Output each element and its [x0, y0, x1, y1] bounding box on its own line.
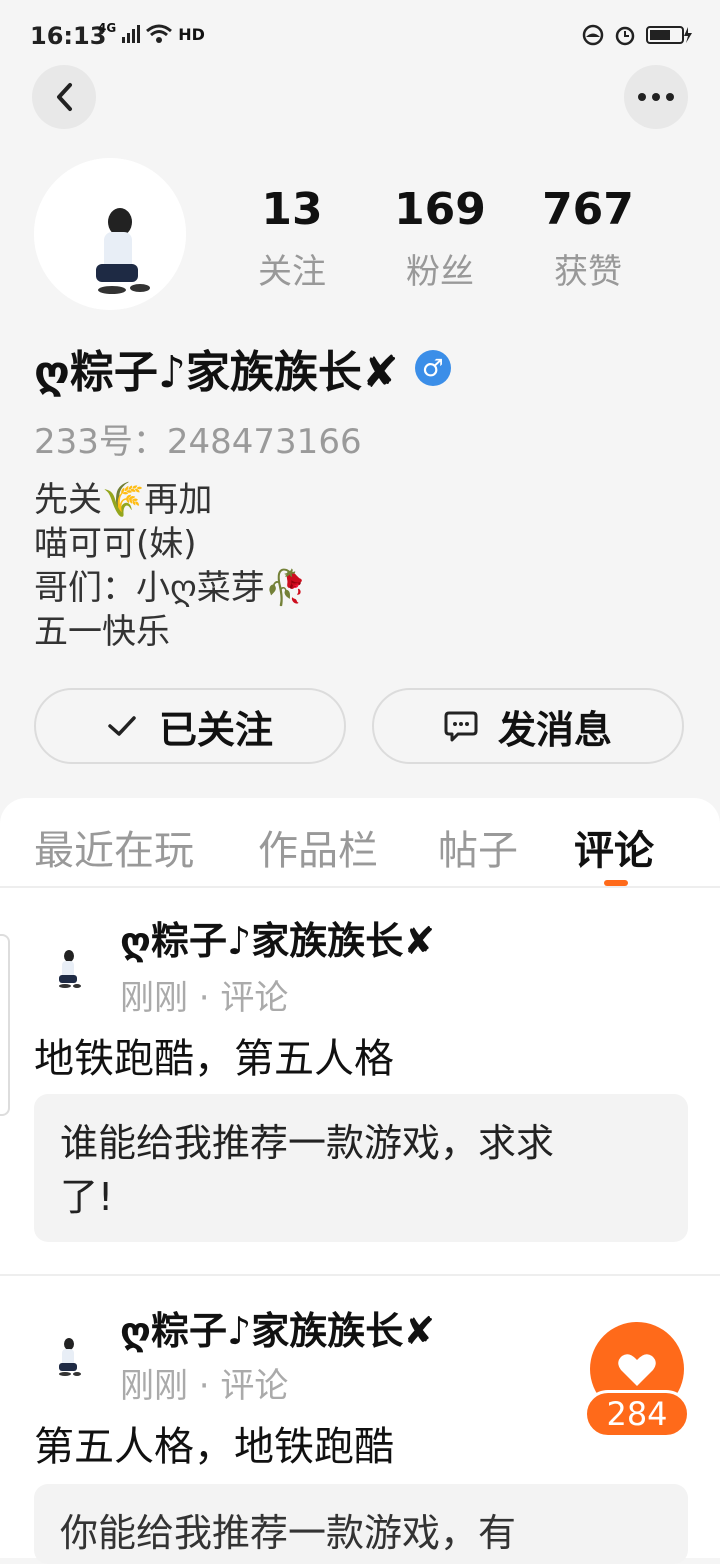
bio-line: 喵可可(妹) [34, 524, 197, 564]
do-not-disturb-icon [582, 24, 604, 46]
status-network-icons: 4G HD [98, 21, 205, 44]
stat-likes[interactable]: 767 获赞 [528, 184, 648, 293]
quoted-post-line: 谁能给我推荐一款游戏，求求 [60, 1121, 555, 1165]
post-author-name[interactable]: ღ粽子♪家族族长✘ [120, 1300, 435, 1355]
stat-followers[interactable]: 169 粉丝 [380, 184, 500, 293]
gender-male-icon: ♂ [414, 350, 451, 386]
stat-following-label: 关注 [258, 252, 326, 292]
stat-followers-count: 169 [394, 184, 486, 235]
post-author-avatar[interactable] [34, 934, 96, 996]
avatar-image [34, 934, 96, 996]
tabs-divider [0, 886, 720, 888]
post-author-avatar[interactable] [34, 1322, 96, 1384]
profile-uid: 233号：248473166 [34, 422, 362, 462]
quoted-post[interactable]: 谁能给我推荐一款游戏，求求 了! [34, 1094, 688, 1242]
hd-icon: HD [178, 24, 205, 44]
message-label: 发消息 [497, 707, 612, 752]
profile-username-row: ღ粽子♪家族族长✘ ♂ [34, 336, 451, 400]
message-button[interactable]: 发消息 [372, 688, 684, 764]
stat-following[interactable]: 13 关注 [232, 184, 352, 293]
profile-username: ღ粽子♪家族族长✘ [34, 347, 399, 398]
signal-bars-icon [122, 25, 141, 43]
tab-recent-played[interactable]: 最近在玩 [34, 818, 194, 876]
alarm-icon [615, 26, 635, 46]
bio-line: 五一快乐 [34, 612, 170, 652]
side-drag-handle[interactable] [0, 934, 10, 1116]
quoted-post-line: 你能给我推荐一款游戏，有 [60, 1511, 517, 1555]
post-meta: 刚刚 · 评论 [120, 978, 289, 1018]
more-button[interactable] [624, 65, 688, 129]
avatar-image [34, 158, 186, 310]
stat-followers-label: 粉丝 [406, 252, 474, 292]
heart-icon [618, 1354, 656, 1386]
post-meta: 刚刚 · 评论 [120, 1366, 289, 1406]
signal-icon: 4G [98, 21, 117, 35]
check-icon [108, 716, 136, 736]
followed-button[interactable]: 已关注 [34, 688, 346, 764]
profile-bio: 先关🌾再加 喵可可(妹) 哥们：小ღ菜芽🥀 五一快乐 [34, 478, 307, 654]
profile-avatar[interactable] [34, 158, 186, 310]
like-count-badge[interactable]: 284 [584, 1390, 690, 1438]
quoted-post[interactable]: 你能给我推荐一款游戏，有 [34, 1484, 688, 1564]
battery-icon [646, 26, 692, 44]
tab-works[interactable]: 作品栏 [258, 818, 378, 876]
more-icon [638, 93, 674, 101]
post-author-name[interactable]: ღ粽子♪家族族长✘ [120, 910, 435, 965]
stat-likes-label: 获赞 [554, 252, 622, 292]
bio-line: 先关🌾再加 [34, 480, 213, 520]
tab-posts[interactable]: 帖子 [438, 818, 518, 876]
status-right-icons [582, 24, 692, 46]
status-time: 16:13 [30, 22, 107, 50]
wifi-icon [146, 24, 173, 43]
avatar-image [34, 1322, 96, 1384]
followed-label: 已关注 [158, 707, 273, 752]
bio-line: 哥们：小ღ菜芽🥀 [34, 568, 308, 608]
stat-likes-count: 767 [542, 184, 634, 235]
gender-symbol: ♂ [422, 354, 444, 382]
tab-comments[interactable]: 评论 [574, 818, 654, 876]
chevron-left-icon [57, 83, 72, 111]
stat-following-count: 13 [261, 184, 323, 235]
post-divider [0, 1274, 720, 1276]
post-comment-text[interactable]: 第五人格，地铁跑酷 [34, 1414, 394, 1472]
quoted-post-line: 了! [60, 1175, 114, 1219]
post-comment-text[interactable]: 地铁跑酷，第五人格 [34, 1026, 394, 1084]
chat-bubble-icon [444, 711, 478, 742]
back-button[interactable] [32, 65, 96, 129]
